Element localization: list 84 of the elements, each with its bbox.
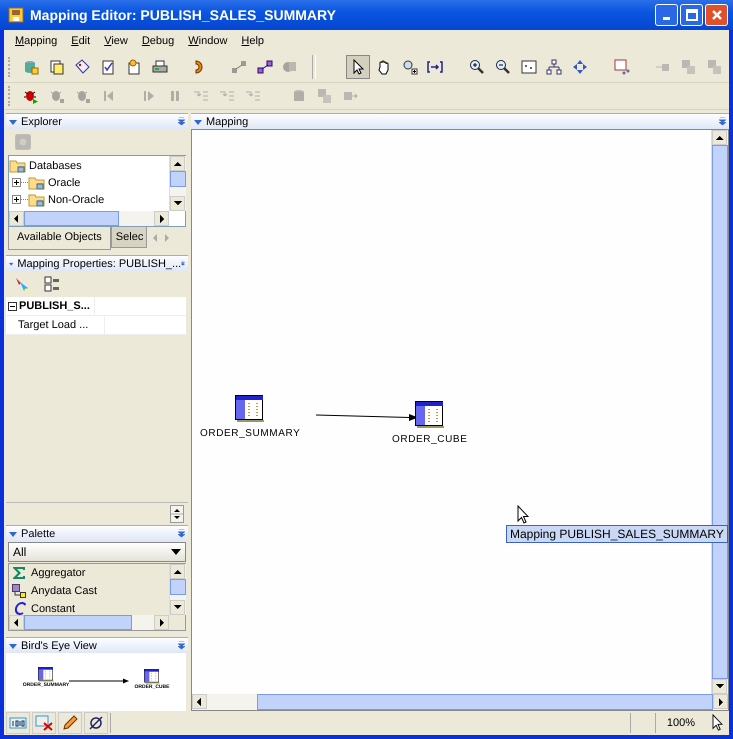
node-label: ORDER_SUMMARY [200,428,300,439]
property-name: PUBLISH_S... [19,300,90,312]
binary-icon[interactable] [6,712,30,734]
palette-item[interactable]: Aggregator [31,567,86,579]
sigma-icon [12,566,26,580]
expand-toggle[interactable] [12,195,21,204]
vertical-scrollbar[interactable] [169,564,186,615]
collapse-toggle[interactable] [8,302,17,310]
pointer-icon [712,714,723,732]
minimize-button[interactable] [655,4,678,26]
collapse-icon[interactable] [9,118,17,126]
collapse-icon[interactable] [9,530,17,538]
panel-title: Mapping [206,116,250,128]
caret-icon [171,549,181,555]
app-icon [8,7,24,23]
tree-item[interactable]: Non-Oracle [48,194,104,206]
palette-item[interactable]: Constant [31,603,76,615]
horizontal-scrollbar[interactable] [9,211,169,226]
database-folder-icon [9,158,27,174]
table-icon [38,667,54,682]
collapse-icon[interactable] [9,642,17,650]
pin-icon[interactable] [178,641,185,650]
menu-item[interactable]: Mapping [8,35,64,47]
tooltip: Mapping PUBLISH_SALES_SUMMARY [506,525,728,543]
property-name: Target Load ... [18,319,88,331]
filter-dropdown[interactable]: All [8,542,186,562]
scroll-arrow-button[interactable] [154,615,169,630]
scroll-arrow-button[interactable] [154,211,169,226]
flashlight-icon[interactable] [14,276,30,292]
expand-toggle[interactable] [12,178,21,187]
palette-item[interactable]: Anydata Cast [31,585,98,597]
panel-title: Explorer [21,116,63,128]
menu-item[interactable]: View [97,35,135,47]
expand-all-icon[interactable] [44,276,60,292]
connector-arrow [69,678,129,684]
window-title: Mapping Editor: PUBLISH_SALES_SUMMARY [30,7,337,23]
panel-title: Bird's Eye View [21,640,98,652]
database-folder-icon [28,192,46,208]
table-icon[interactable] [235,395,266,423]
binary-delete-icon[interactable] [32,712,56,734]
horizontal-scrollbar[interactable] [9,615,169,630]
panel-title: Mapping Properties: PUBLISH_... [17,258,182,270]
spin-button[interactable] [170,505,184,523]
table-icon[interactable] [414,401,445,429]
zoom-level: 100% [655,713,706,733]
scroll-arrow-button[interactable] [712,679,727,694]
scroll-arrow-button[interactable] [170,600,185,615]
cast-icon [12,584,26,598]
node-label: ORDER_CUBE [392,434,468,445]
pencil-icon[interactable] [58,712,82,734]
vertical-scrollbar[interactable] [169,156,186,211]
scroll-arrow-button[interactable] [9,615,24,630]
maximize-icon [684,8,698,22]
database-folder-icon [28,174,46,190]
pin-icon[interactable] [181,259,185,268]
table-icon [144,669,160,684]
scroll-arrow-button[interactable] [170,196,185,211]
menu-item[interactable]: Window [181,35,234,47]
mouse-cursor-icon [517,505,529,525]
panel-tab[interactable]: Available Objects [8,227,111,250]
pin-icon[interactable] [719,117,726,126]
scroll-arrow-button[interactable] [712,130,727,145]
tree-item[interactable]: Databases [29,160,82,172]
menu-item[interactable]: Edit [64,35,98,47]
close-button[interactable] [705,4,728,26]
menu-item[interactable]: Debug [134,35,182,47]
pin-icon[interactable] [178,117,185,126]
pin-icon[interactable] [178,529,185,538]
tree-item[interactable]: Oracle [48,176,80,188]
close-icon [710,8,724,22]
maximize-button[interactable] [680,4,703,26]
horizontal-scrollbar[interactable] [192,694,728,710]
scroll-arrow-button[interactable] [9,211,24,226]
panel-tab[interactable]: Selec [110,227,147,248]
panel-title: Palette [21,528,56,540]
minimize-icon [663,16,670,20]
collapse-icon[interactable] [194,118,202,126]
scroll-arrow-button[interactable] [713,694,728,709]
scroll-arrow-button[interactable] [170,156,185,171]
menu-item[interactable]: Help [234,35,272,47]
constant-icon [12,602,26,615]
scroll-arrow-button[interactable] [170,564,185,579]
pointer-tool-icon[interactable] [346,55,370,79]
scroll-arrow-button[interactable] [192,694,207,709]
